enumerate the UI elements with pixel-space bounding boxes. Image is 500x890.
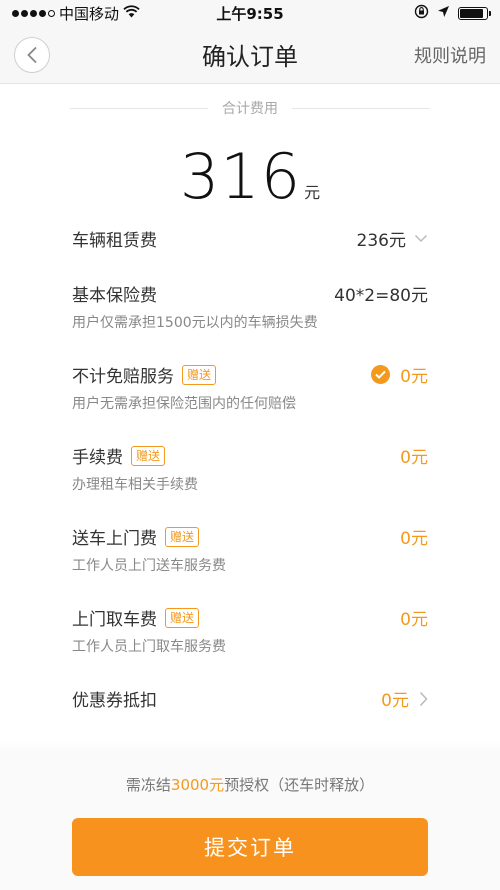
chevron-right-icon [419, 691, 428, 706]
total-amount-unit: 元 [304, 183, 321, 202]
fee-desc: 用户仅需承担1500元以内的车辆损失费 [72, 315, 318, 331]
submit-order-button[interactable]: 提交订单 [72, 818, 428, 876]
fee-name: 基本保险费 [72, 286, 157, 306]
fee-value: 0元 [400, 448, 428, 468]
total-amount-value: 316 [179, 140, 302, 213]
fee-value-text: 0元 [400, 367, 428, 387]
nav-bar: 确认订单 规则说明 [0, 26, 500, 84]
fee-rental[interactable]: 车辆租赁费 236元 [72, 226, 428, 251]
fee-coupon[interactable]: 优惠券抵扣 0元 [72, 686, 428, 711]
divider [292, 107, 430, 109]
fee-value: 236元 [357, 226, 428, 251]
fee-desc: 工作人员上门取车服务费 [72, 639, 226, 655]
fee-desc: 办理租车相关手续费 [72, 477, 198, 493]
fee-name: 不计免赔服务 [72, 367, 174, 387]
fee-value-text: 0元 [381, 691, 409, 711]
fee-value: 0元 [371, 362, 428, 387]
fee-desc: 工作人员上门送车服务费 [72, 558, 226, 574]
fee-value: 40*2=80元 [334, 286, 428, 306]
rotation-lock-icon [414, 4, 429, 23]
fee-name: 优惠券抵扣 [72, 691, 157, 711]
rules-link[interactable]: 规则说明 [414, 42, 486, 68]
chevron-left-icon [27, 46, 37, 63]
back-button[interactable] [14, 36, 50, 73]
status-left: 中国移动 [12, 3, 140, 24]
fee-value: 0元 [381, 686, 428, 711]
wifi-icon [123, 4, 140, 22]
gift-badge: 赠送 [165, 607, 200, 628]
gift-badge: 赠送 [182, 364, 217, 385]
fee-handling: 手续费 赠送 0元 办理租车相关手续费 [72, 443, 428, 494]
fee-value-text: 236元 [356, 231, 406, 251]
divider [70, 107, 208, 109]
signal-dots-icon [12, 9, 55, 17]
fee-name: 车辆租赁费 [72, 231, 157, 251]
total-header: 合计费用 [0, 98, 500, 118]
carrier-name: 中国移动 [59, 4, 120, 23]
location-arrow-icon [437, 4, 450, 22]
pre-auth-amount: 3000元 [170, 776, 225, 794]
fee-basic-insurance: 基本保险费 40*2=80元 用户仅需承担1500元以内的车辆损失费 [72, 281, 428, 332]
fee-name: 送车上门费 [72, 529, 157, 549]
fee-value: 0元 [400, 610, 428, 630]
chevron-down-icon [414, 234, 428, 243]
fee-pickup: 上门取车费 赠送 0元 工作人员上门取车服务费 [72, 605, 428, 656]
bottom-bar: 需冻结3000元预授权（还车时释放） 提交订单 [0, 740, 500, 890]
fee-delivery: 送车上门费 赠送 0元 工作人员上门送车服务费 [72, 524, 428, 575]
fee-deductible-waiver[interactable]: 不计免赔服务 赠送 0元 用户无需承担保险范围内的任何赔偿 [72, 362, 428, 413]
gift-badge: 赠送 [131, 445, 166, 466]
pre-auth-note: 需冻结3000元预授权（还车时释放） [125, 776, 375, 794]
total-label: 合计费用 [222, 101, 278, 117]
check-circle-icon[interactable] [371, 365, 391, 384]
total-amount: 316 元 [0, 140, 500, 213]
fee-name: 手续费 [72, 448, 123, 468]
fee-list: 车辆租赁费 236元 基本保险费 40*2=80元 用户仅需承担1500元以内的… [0, 226, 500, 711]
gift-badge: 赠送 [165, 526, 200, 547]
fee-name: 上门取车费 [72, 610, 157, 630]
status-bar: 中国移动 上午9:55 [0, 0, 500, 26]
fee-value: 0元 [400, 529, 428, 549]
fee-desc: 用户无需承担保险范围内的任何赔偿 [72, 396, 296, 412]
battery-icon [458, 6, 491, 20]
status-right [414, 4, 491, 23]
